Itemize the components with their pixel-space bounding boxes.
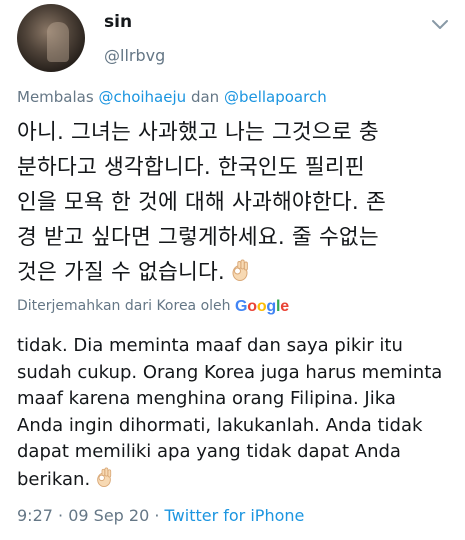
translation-attribution: Diterjemahkan dari Korea oleh Google (17, 298, 289, 316)
tweet-text-line: 경 받고 싶다면 그렇게하세요. 줄 수없는 (17, 225, 379, 250)
tweet-source-link[interactable]: Twitter for iPhone (165, 506, 305, 525)
translation-label: Diterjemahkan dari Korea oleh (17, 298, 231, 314)
ok-hand-icon (232, 259, 248, 281)
tweet-header: sin @llrbvg (0, 0, 465, 82)
tweet-date[interactable]: 09 Sep 20 (68, 506, 149, 525)
google-logo-letter: e (280, 298, 289, 315)
google-logo-letter: o (247, 298, 257, 315)
more-options-button[interactable] (428, 12, 452, 36)
tweet-metadata: 9:27 · 09 Sep 20 · Twitter for iPhone (17, 506, 304, 525)
meta-separator: · (58, 506, 64, 525)
tweet-text-line: 인을 모욕 한 것에 대해 사과해야한다. 존 (17, 190, 386, 215)
translated-text-line: tidak. Dia meminta maaf dan saya pikir i… (17, 335, 403, 356)
user-handle[interactable]: @llrbvg (104, 46, 165, 65)
tweet-time[interactable]: 9:27 (17, 506, 53, 525)
translated-text-line: dapat memiliki apa yang tidak dapat Anda (17, 441, 401, 462)
reply-conjunction: dan (190, 88, 220, 106)
tweet-text-line-last: 것은 가질 수 없습니다. (17, 255, 457, 290)
google-logo[interactable]: Google (235, 298, 289, 315)
tweet-text-translated: tidak. Dia meminta maaf dan saya pikir i… (17, 333, 457, 492)
display-name[interactable]: sin (104, 12, 132, 32)
google-logo-letter: G (234, 298, 248, 315)
tweet-text-original: 아니. 그녀는 사과했고 나는 그것으로 충 분하다고 생각합니다. 한국인도 … (17, 115, 457, 290)
translated-text-line: Anda ingin dihormati, lakukanlah. Anda t… (17, 414, 423, 436)
meta-separator: · (154, 506, 160, 525)
chevron-down-icon (432, 20, 448, 29)
translated-text-line: berikan. (17, 468, 91, 490)
google-logo-letter: o (256, 298, 267, 315)
reply-context: Membalas @choihaeju dan @bellapoarch (17, 88, 327, 106)
translated-text-line: maaf karena menghina orang Filipina. Jik… (17, 388, 396, 409)
tweet-text-line: 것은 가질 수 없습니다. (17, 260, 225, 285)
google-logo-letter: g (266, 298, 276, 315)
mention-link[interactable]: @bellapoarch (224, 88, 327, 106)
reply-prefix: Membalas (17, 88, 94, 106)
translated-text-line-last: berikan. (17, 466, 457, 493)
mention-link[interactable]: @choihaeju (98, 88, 186, 106)
avatar[interactable] (17, 4, 85, 72)
translated-text-line: sudah cukup. Orang Korea juga harus memi… (17, 361, 443, 383)
tweet-text-line: 분하다고 생각합니다. 한국인도 필리핀 (17, 155, 365, 180)
ok-hand-icon (97, 467, 112, 487)
tweet-text-line: 아니. 그녀는 사과했고 나는 그것으로 충 (17, 120, 379, 145)
